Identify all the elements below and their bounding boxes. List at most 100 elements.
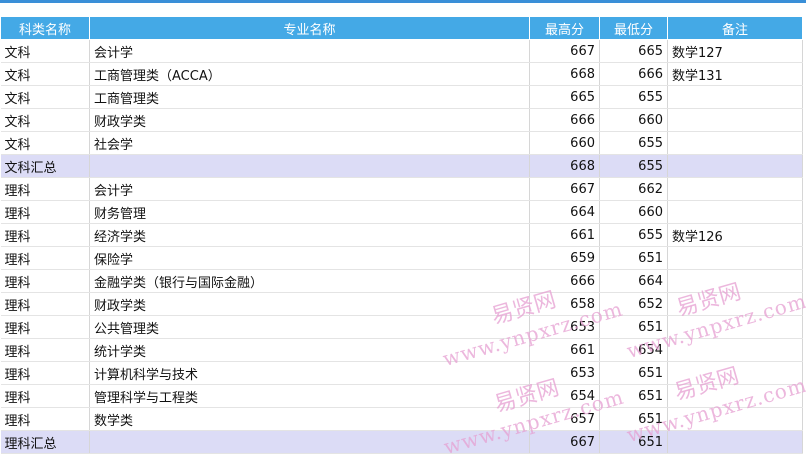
cell-max-score: 661: [529, 338, 600, 362]
cell-major: 金融学类（银行与国际金融）: [89, 269, 530, 293]
score-table-page: 科类名称 专业名称 最高分 最低分 备注 文科 会计学 667 665 数学127 文科工…: [0, 0, 806, 462]
cell-min-score: 666: [599, 62, 668, 86]
cell-note: [667, 384, 803, 408]
summary-row: 文科汇总 668 655: [0, 154, 803, 178]
cell-note: [667, 292, 803, 316]
table-row: 理科 保险学 659 651: [0, 246, 803, 270]
cell-category: 文科: [0, 131, 90, 155]
cell-major: 统计学类: [89, 338, 530, 362]
cell-category: 理科: [0, 338, 90, 362]
cell-note: 数学126: [667, 223, 803, 247]
cell-note: [667, 246, 803, 270]
cell-category: 理科: [0, 292, 90, 316]
cell-note: [667, 430, 803, 454]
cell-min-score: 655: [599, 223, 668, 247]
cell-max-score: 667: [529, 430, 600, 454]
header-max-score: 最高分: [529, 16, 600, 40]
cell-min-score: 654: [599, 338, 668, 362]
table-row: 理科 财政学类 658 652: [0, 292, 803, 316]
cell-category: 理科: [0, 269, 90, 293]
cell-max-score: 659: [529, 246, 600, 270]
cell-category: 文科: [0, 62, 90, 86]
table-row: 理科 会计学 667 662: [0, 177, 803, 201]
table-row: 理科 经济学类 661 655 数学126: [0, 223, 803, 247]
cell-min-score: 655: [599, 131, 668, 155]
cell-major: [89, 430, 530, 454]
cell-max-score: 653: [529, 361, 600, 385]
cell-min-score: 660: [599, 108, 668, 132]
cell-major: 计算机科学与技术: [89, 361, 530, 385]
cell-category: 文科汇总: [0, 154, 90, 178]
cell-note: 数学131: [667, 62, 803, 86]
cell-category: 理科: [0, 315, 90, 339]
cell-min-score: 651: [599, 246, 668, 270]
cell-category: 理科: [0, 246, 90, 270]
cell-note: [667, 131, 803, 155]
cell-category: 文科: [0, 108, 90, 132]
cell-note: [667, 407, 803, 431]
cell-min-score: 651: [599, 430, 668, 454]
cell-note: [667, 200, 803, 224]
cell-note: [667, 361, 803, 385]
cell-max-score: 665: [529, 85, 600, 109]
top-accent-bar: [0, 0, 806, 3]
table-row: 文科 财政学类 666 660: [0, 108, 803, 132]
header-category: 科类名称: [0, 16, 90, 40]
cell-min-score: 665: [599, 39, 668, 63]
cell-note: [667, 269, 803, 293]
table-row: 理科 计算机科学与技术 653 651: [0, 361, 803, 385]
header-min-score: 最低分: [599, 16, 668, 40]
table-row: 理科 金融学类（银行与国际金融） 666 664: [0, 269, 803, 293]
cell-major: [89, 154, 530, 178]
cell-min-score: 664: [599, 269, 668, 293]
cell-major: 财政学类: [89, 292, 530, 316]
cell-category: 理科: [0, 177, 90, 201]
cell-major: 财政学类: [89, 108, 530, 132]
cell-max-score: 667: [529, 39, 600, 63]
table-body: 文科 会计学 667 665 数学127 文科 工商管理类（ACCA） 668 666 数学131…: [0, 39, 803, 454]
cell-major: 经济学类: [89, 223, 530, 247]
cell-major: 数学类: [89, 407, 530, 431]
cell-major: 工商管理类（ACCA）: [89, 62, 530, 86]
cell-min-score: 651: [599, 384, 668, 408]
cell-max-score: 666: [529, 108, 600, 132]
cell-note: [667, 177, 803, 201]
table-row: 理科 统计学类 661 654: [0, 338, 803, 362]
cell-category: 文科: [0, 85, 90, 109]
table-row: 文科 工商管理类 665 655: [0, 85, 803, 109]
cell-max-score: 666: [529, 269, 600, 293]
cell-max-score: 668: [529, 62, 600, 86]
cell-note: [667, 108, 803, 132]
cell-max-score: 661: [529, 223, 600, 247]
cell-max-score: 653: [529, 315, 600, 339]
cell-max-score: 657: [529, 407, 600, 431]
cell-max-score: 660: [529, 131, 600, 155]
cell-major: 财务管理: [89, 200, 530, 224]
cell-min-score: 655: [599, 154, 668, 178]
cell-category: 理科: [0, 223, 90, 247]
cell-min-score: 651: [599, 315, 668, 339]
table-header-row: 科类名称 专业名称 最高分 最低分 备注: [0, 16, 803, 40]
cell-major: 工商管理类: [89, 85, 530, 109]
cell-major: 会计学: [89, 39, 530, 63]
cell-max-score: 668: [529, 154, 600, 178]
table-row: 理科 公共管理类 653 651: [0, 315, 803, 339]
table-row: 理科 管理科学与工程类 654 651: [0, 384, 803, 408]
cell-major: 公共管理类: [89, 315, 530, 339]
cell-min-score: 652: [599, 292, 668, 316]
header-note: 备注: [667, 16, 803, 40]
table-row: 文科 社会学 660 655: [0, 131, 803, 155]
cell-note: [667, 154, 803, 178]
header-major: 专业名称: [89, 16, 530, 40]
cell-min-score: 660: [599, 200, 668, 224]
cell-note: [667, 85, 803, 109]
cell-category: 理科: [0, 407, 90, 431]
cell-min-score: 655: [599, 85, 668, 109]
cell-min-score: 651: [599, 407, 668, 431]
cell-max-score: 658: [529, 292, 600, 316]
cell-max-score: 654: [529, 384, 600, 408]
cell-note: 数学127: [667, 39, 803, 63]
cell-category: 理科: [0, 361, 90, 385]
cell-category: 理科汇总: [0, 430, 90, 454]
cell-min-score: 651: [599, 361, 668, 385]
